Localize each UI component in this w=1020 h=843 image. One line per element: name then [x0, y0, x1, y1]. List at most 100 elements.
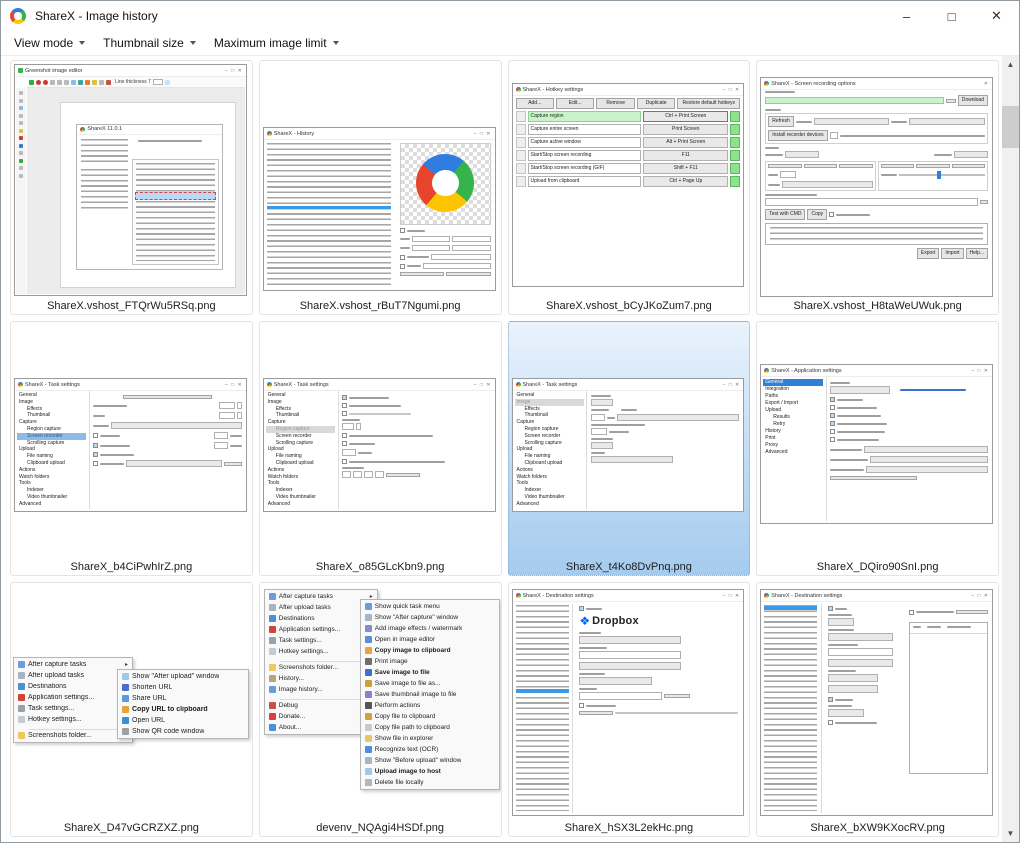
- menu-view-mode-label: View mode: [14, 36, 74, 50]
- inner-sharex-window: ShareX 11.0.1: [76, 123, 223, 271]
- vertical-scrollbar[interactable]: ▲ ▼: [1002, 56, 1019, 842]
- menu-view-mode[interactable]: View mode: [5, 33, 94, 53]
- menu-item-icon: [268, 648, 276, 655]
- history-item-12[interactable]: ShareX - Destination settings – □ ✕ Shar…: [756, 582, 999, 837]
- gear-icon: [515, 176, 526, 187]
- menu-item: Delete file locally: [362, 777, 498, 788]
- menu-item: Show "After capture" window: [362, 612, 498, 623]
- scrollbar-thumb[interactable]: [1002, 106, 1019, 148]
- history-item-3[interactable]: ShareX - Hotkey settings – □ ✕ Add... Edit…: [507, 60, 751, 315]
- history-item-8[interactable]: ShareX - Application settings – □ ✕ Gener…: [756, 321, 999, 576]
- sharex-swirl-logo: [416, 154, 475, 212]
- inner-context-menu: [132, 158, 219, 266]
- menu-thumbnail-size[interactable]: Thumbnail size: [94, 33, 205, 53]
- menu-item: Open URL: [119, 715, 247, 726]
- history-item-4[interactable]: ShareX - Screen recording options ✕ Downl…: [756, 60, 999, 315]
- history-table: [266, 143, 392, 286]
- destination-list[interactable]: [764, 605, 818, 811]
- gear-icon: [515, 137, 526, 148]
- tree-selection: [17, 433, 87, 440]
- filename-label: devenv_NQAgi4HSDf.png: [316, 822, 445, 834]
- settings-panel: [342, 395, 490, 508]
- history-item-10[interactable]: After capture tasks ▸ After upload tasks…: [258, 582, 502, 837]
- status-indicator: [730, 176, 741, 187]
- settings-panel: [830, 382, 988, 520]
- status-indicator: [730, 163, 741, 174]
- history-item-2[interactable]: ShareX - History – □ ✕ ShareX.vshost_rBuT…: [258, 60, 502, 315]
- menu-item: Show file in explorer: [362, 733, 498, 744]
- menu-item-icon: [364, 713, 372, 720]
- maximize-button[interactable]: □: [929, 1, 974, 31]
- menu-item: Screenshots folder... ▸: [15, 730, 131, 741]
- menu-item: Shorten URL: [119, 682, 247, 693]
- filename-label: ShareX_o85GLcKbn9.png: [315, 561, 445, 573]
- thumb-task-settings-capture: ShareX - Task settings – □ ✕ General Image…: [262, 378, 496, 512]
- imgur-panel: [828, 606, 904, 812]
- menu-item: Copy file to clipboard: [362, 711, 498, 722]
- history-item-6[interactable]: ShareX - Task settings – □ ✕ General Image…: [258, 321, 502, 576]
- scroll-down-arrow[interactable]: ▼: [1002, 825, 1019, 842]
- hotkey-row: Upload from clipboard Ctrl + Page Up: [515, 176, 741, 187]
- menu-item-icon: [268, 686, 276, 693]
- chevron-down-icon: [79, 41, 86, 45]
- menu-item: Perform actions: [362, 700, 498, 711]
- thumb-task-settings-image: ShareX - Task settings– □ ✕ GeneralImage…: [511, 378, 745, 512]
- menu-item-icon: [18, 732, 25, 739]
- menu-item-icon: [122, 673, 129, 680]
- menu-item-icon: [268, 626, 276, 633]
- thumb-history-window: ShareX - History – □ ✕: [262, 127, 496, 291]
- menu-item-icon: [364, 691, 372, 698]
- history-item-9[interactable]: After capture tasks ▸ After upload tasks…: [10, 582, 253, 837]
- settings-tree[interactable]: GeneralImageEffectsThumbnailCaptureRegio…: [266, 392, 335, 509]
- gear-icon: [515, 163, 526, 174]
- filename-label: ShareX.vshost_H8taWeUWuk.png: [793, 300, 962, 312]
- history-item-7-selected[interactable]: ShareX - Task settings– □ ✕ GeneralImage…: [507, 321, 751, 576]
- menu-item: Show QR code window: [119, 726, 247, 737]
- window-title: ShareX - Image history: [35, 9, 158, 23]
- thumb-tray-submenu: Show "After upload" window Shorten URL S…: [117, 669, 249, 739]
- thumb-hotkey-settings: ShareX - Hotkey settings – □ ✕ Add... Edit…: [511, 83, 745, 287]
- hotkey-buttons: Add... Edit... Remove Duplicate Restore defa…: [515, 98, 741, 109]
- thumb-application-settings: ShareX - Application settings – □ ✕ Gener…: [760, 364, 993, 524]
- menu-item: Share URL: [119, 693, 247, 704]
- menu-item-icon: [364, 636, 372, 643]
- thumb-destination-imgur: ShareX - Destination settings – □ ✕: [760, 589, 993, 816]
- scroll-up-arrow[interactable]: ▲: [1002, 56, 1019, 73]
- tree-selection: [514, 399, 584, 406]
- settings-tree[interactable]: GeneralImageEffectsThumbnailCaptureRegio…: [17, 392, 86, 509]
- settings-tree[interactable]: General Integration Paths Export / Import Up…: [763, 379, 824, 521]
- hotkey-row: Start/Stop screen recording (GIF) Shift …: [515, 163, 741, 174]
- settings-tree[interactable]: GeneralImageEffectsThumbnailCaptureRegio…: [515, 392, 584, 509]
- menu-item-icon: [18, 683, 25, 690]
- hotkey-toolbar-button: Add...: [515, 98, 554, 109]
- history-item-5[interactable]: ShareX - Task settings – □ ✕ General Image…: [10, 321, 253, 576]
- tree-selection: [265, 426, 335, 433]
- menu-item-icon: [364, 779, 372, 786]
- window-controls: – □ ✕: [884, 1, 1019, 31]
- gear-icon: [515, 124, 526, 135]
- menu-item-icon: [364, 669, 372, 676]
- destination-list[interactable]: [515, 605, 569, 811]
- editor-canvas: ShareX 11.0.1: [27, 88, 245, 294]
- menu-item-icon: [364, 735, 372, 742]
- menu-item-icon: [364, 658, 372, 665]
- hotkey-toolbar-button: Restore default hotkeys: [677, 98, 741, 109]
- thumb-tray-submenu-long: Show quick task menu Show "After capture…: [359, 599, 500, 790]
- menu-item-icon: [122, 684, 129, 691]
- menu-item: Save image to file as...: [362, 678, 498, 689]
- menu-item: After upload tasks ▸: [15, 670, 131, 681]
- minimize-button[interactable]: –: [884, 1, 929, 31]
- menu-item: Destinations ▸: [15, 681, 131, 692]
- hotkey-toolbar-button: Duplicate: [636, 98, 676, 109]
- close-button[interactable]: ✕: [974, 1, 1019, 31]
- menu-item: Save thumbnail image to file: [362, 689, 498, 700]
- menu-item: Open in image editor: [362, 634, 498, 645]
- hotkey-rows: Capture region Ctrl + Print Screen Captu…: [513, 111, 744, 187]
- history-item-1[interactable]: Greenshot image editor – □ ✕ Line thickne…: [10, 60, 253, 315]
- menu-item-icon: [268, 724, 276, 731]
- menu-max-image-limit[interactable]: Maximum image limit: [205, 33, 348, 53]
- menu-item-icon: [122, 728, 129, 735]
- history-item-11[interactable]: ShareX - Destination settings – □ ✕ ❖ Drop…: [507, 582, 751, 837]
- menu-item-icon: [364, 625, 372, 632]
- filename-label: ShareX_t4Ko8DvPnq.png: [565, 561, 692, 573]
